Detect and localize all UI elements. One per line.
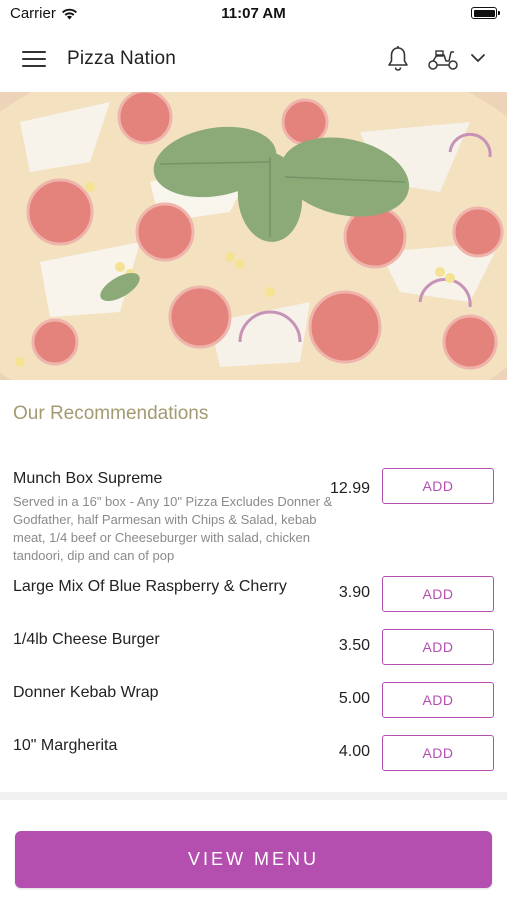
status-time: 11:07 AM bbox=[221, 5, 286, 22]
item-price: 5.00 bbox=[338, 690, 370, 707]
battery-icon bbox=[471, 7, 500, 19]
item-price: 3.90 bbox=[338, 584, 370, 601]
item-name: 1/4lb Cheese Burger bbox=[13, 631, 160, 648]
item-price: 4.00 bbox=[338, 743, 370, 760]
status-bar: Carrier 11:07 AM bbox=[0, 0, 507, 28]
item-price: 12.99 bbox=[329, 480, 370, 497]
add-button[interactable]: ADD bbox=[382, 735, 494, 771]
chevron-down-icon[interactable] bbox=[470, 51, 486, 65]
app-title: Pizza Nation bbox=[67, 48, 177, 69]
nav-bar: Pizza Nation bbox=[0, 28, 507, 92]
item-name: Donner Kebab Wrap bbox=[13, 684, 159, 701]
hero-overlay bbox=[0, 92, 507, 380]
item-name: Large Mix Of Blue Raspberry & Cherry bbox=[13, 578, 287, 595]
item-name: Munch Box Supreme bbox=[13, 470, 163, 487]
item-price: 3.50 bbox=[338, 637, 370, 654]
add-button[interactable]: ADD bbox=[382, 576, 494, 612]
item-description: Served in a 16" box - Any 10" Pizza Excl… bbox=[13, 494, 333, 563]
section-divider bbox=[0, 792, 507, 800]
item-name: 10" Margherita bbox=[13, 737, 118, 754]
add-button[interactable]: ADD bbox=[382, 468, 494, 504]
view-menu-button[interactable]: VIEW MENU bbox=[15, 831, 492, 888]
scooter-icon[interactable] bbox=[427, 47, 459, 71]
add-button[interactable]: ADD bbox=[382, 682, 494, 718]
hamburger-menu-icon[interactable] bbox=[22, 51, 46, 69]
bell-icon[interactable] bbox=[386, 45, 410, 73]
hero-pizza-image bbox=[0, 92, 507, 380]
add-button[interactable]: ADD bbox=[382, 629, 494, 665]
section-title-recommendations: Our Recommendations bbox=[13, 403, 209, 424]
